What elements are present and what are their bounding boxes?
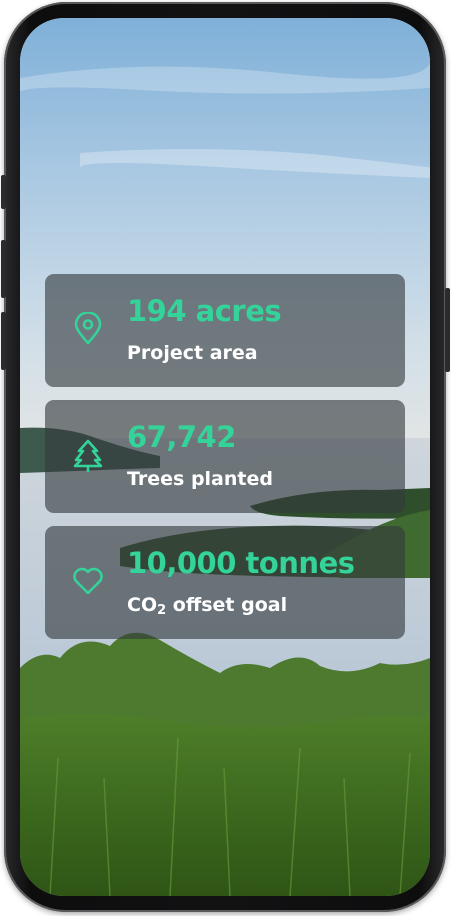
stat-card-trees-planted: 67,742 Trees planted: [45, 400, 405, 513]
stat-value: 67,742: [127, 420, 236, 454]
phone-screen: 194 acres Project area 67,742 Trees plan…: [20, 18, 430, 896]
stat-value: 10,000 tonnes: [127, 546, 355, 580]
power-button: [445, 288, 450, 372]
stat-card-project-area: 194 acres Project area: [45, 274, 405, 387]
map-pin-icon: [71, 312, 105, 346]
label-prefix: CO: [127, 594, 158, 616]
tree-icon: [71, 438, 105, 472]
volume-up-button: [1, 240, 6, 298]
stat-value: 194 acres: [127, 294, 282, 328]
stat-label: Project area: [127, 342, 258, 364]
stat-card-co2-offset: 10,000 tonnes CO2 offset goal: [45, 526, 405, 639]
heart-icon: [71, 564, 105, 598]
stat-label: Trees planted: [127, 468, 273, 490]
mute-switch: [1, 175, 6, 209]
label-subscript: 2: [157, 603, 167, 618]
stat-label: CO2 offset goal: [127, 594, 287, 618]
label-suffix: offset goal: [166, 594, 288, 616]
volume-down-button: [1, 312, 6, 370]
